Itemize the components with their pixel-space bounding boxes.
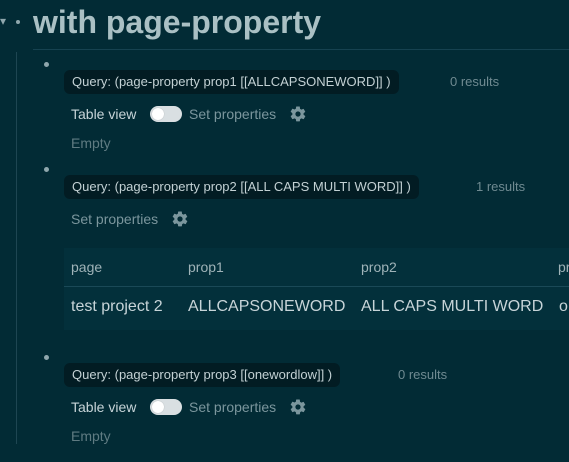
block-bullet-2[interactable] — [44, 167, 49, 172]
results-count-2: 1 results — [476, 179, 526, 194]
table-view-toggle-3[interactable] — [150, 399, 182, 415]
toggle-knob — [152, 108, 164, 120]
table-header — [64, 248, 569, 287]
empty-result-3: Empty — [71, 428, 111, 444]
query-chip-2[interactable]: Query: (page-property prop2 [[ALL CAPS M… — [64, 175, 419, 199]
table-cell-prop1: ALLCAPSONEWORD — [188, 298, 346, 315]
results-count-1: 0 results — [450, 74, 500, 89]
table-view-label-3: Table view — [71, 399, 137, 415]
column-header-prop1[interactable]: prop1 — [188, 256, 224, 278]
results-table: page prop1 prop2 pr test project 2 ALLCA… — [64, 248, 569, 330]
block-bullet-3[interactable] — [44, 355, 49, 360]
table-cell-page[interactable]: test project 2 — [71, 295, 163, 319]
column-header-prop3-partial[interactable]: pr — [558, 256, 569, 278]
toggle-knob — [152, 401, 164, 413]
table-view-label-1: Table view — [71, 106, 137, 122]
empty-result-1: Empty — [71, 135, 111, 151]
gear-icon[interactable] — [171, 210, 189, 228]
query-chip-3[interactable]: Query: (page-property prop3 [[onewordlow… — [64, 363, 341, 387]
gear-icon[interactable] — [289, 105, 307, 123]
column-header-page[interactable]: page — [71, 256, 102, 278]
set-properties-button-1[interactable]: Set properties — [189, 102, 276, 126]
gear-icon[interactable] — [289, 398, 307, 416]
block-bullet-1[interactable] — [44, 62, 49, 67]
table-cell-prop2: ALL CAPS MULTI WORD — [361, 298, 544, 315]
chevron-down-icon[interactable]: ▾ — [0, 14, 10, 28]
outline-guide — [16, 52, 17, 444]
set-properties-button-3[interactable]: Set properties — [189, 395, 276, 419]
page-title: with page-property — [33, 4, 322, 40]
set-properties-button-2[interactable]: Set properties — [71, 207, 158, 231]
page-header: ▾ with page-property — [0, 0, 569, 48]
table-cell-prop3-partial: o — [559, 298, 568, 315]
page-bullet[interactable] — [16, 20, 20, 24]
title-divider — [33, 49, 569, 50]
table-view-toggle-1[interactable] — [150, 106, 182, 122]
results-count-3: 0 results — [398, 367, 448, 382]
query-chip-1[interactable]: Query: (page-property prop1 [[ALLCAPSONE… — [64, 70, 399, 94]
column-header-prop2[interactable]: prop2 — [361, 256, 397, 278]
